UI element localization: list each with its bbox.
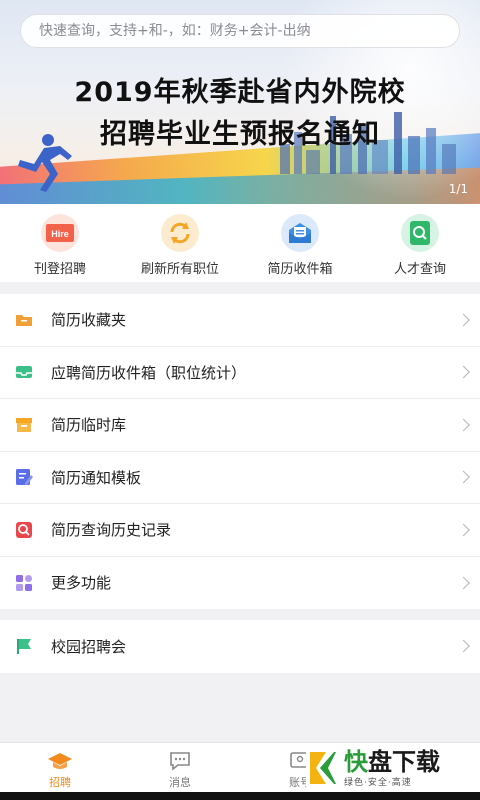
menu-item-application-inbox[interactable]: 应聘简历收件箱（职位统计） [0, 347, 480, 399]
menu-item-resume-temp-library[interactable]: 简历临时库 [0, 399, 480, 452]
grid-icon [16, 574, 32, 591]
flag-icon [17, 639, 31, 655]
menu-item-campus-job-fair[interactable]: 校园招聘会 [0, 620, 480, 673]
tab-messages[interactable]: 消息 [120, 743, 240, 792]
archive-box-icon [16, 417, 32, 432]
quick-action-talent-search[interactable]: 人才查询 [360, 204, 480, 282]
chevron-right-icon [457, 418, 470, 432]
hire-icon: Hire [41, 214, 79, 252]
refresh-icon [161, 214, 199, 252]
quick-action-post-job[interactable]: Hire 刊登招聘 [0, 204, 120, 282]
menu-list-campus: 校园招聘会 [0, 620, 480, 673]
chevron-right-icon [457, 365, 470, 379]
menu-item-label: 简历通知模板 [51, 468, 142, 487]
promo-banner[interactable]: 快速查询，支持+和-，如：财务+会计-出纳 2019年秋季赴省内外院校 招聘毕业… [0, 0, 480, 204]
quick-action-label: 刷新所有职位 [140, 262, 219, 277]
banner-title-line2: 招聘毕业生预报名通知 [100, 119, 380, 150]
quick-action-label: 人才查询 [393, 262, 446, 277]
menu-item-label: 简历收藏夹 [51, 311, 127, 330]
folder-icon [16, 314, 32, 326]
menu-item-more-features[interactable]: 更多功能 [0, 557, 480, 610]
menu-item-label: 简历查询历史记录 [51, 521, 172, 540]
watermark-brand: 快盘下载 [344, 747, 440, 776]
search-history-icon [16, 521, 32, 538]
quick-action-refresh-jobs[interactable]: 刷新所有职位 [120, 204, 240, 282]
talent-search-icon [401, 214, 439, 252]
chevron-right-icon [457, 523, 470, 537]
quick-action-resume-inbox[interactable]: 简历收件箱 [240, 204, 360, 282]
watermark-logo-icon [310, 752, 336, 784]
tab-recruit[interactable]: 招聘 [0, 743, 120, 792]
site-watermark: 快盘下载 绿色·安全·高速 [306, 744, 480, 792]
quick-action-label: 刊登招聘 [33, 262, 86, 277]
menu-item-label: 更多功能 [51, 574, 112, 593]
chevron-right-icon [457, 313, 470, 327]
chevron-right-icon [457, 639, 470, 653]
graduation-cap-icon [48, 753, 72, 769]
resume-inbox-icon [281, 214, 319, 252]
banner-title-line1: 2019年秋季赴省内外院校 [74, 77, 406, 108]
system-navigation-bar [0, 792, 480, 800]
inbox-icon [16, 366, 32, 379]
menu-item-notification-template[interactable]: 简历通知模板 [0, 452, 480, 504]
quick-actions: Hire 刊登招聘 刷新所有职位 简历收件箱 人才查询 [0, 204, 480, 282]
edit-template-icon [16, 469, 33, 486]
tab-label: 消息 [169, 776, 191, 789]
chevron-right-icon [457, 470, 470, 484]
menu-item-label: 校园招聘会 [51, 637, 127, 656]
menu-item-search-history[interactable]: 简历查询历史记录 [0, 504, 480, 557]
menu-list: 简历收藏夹 应聘简历收件箱（职位统计） 简历临时库 简历通知模板 简历查询历史记… [0, 294, 480, 609]
menu-item-resume-favorites[interactable]: 简历收藏夹 [0, 294, 480, 347]
tab-label: 招聘 [49, 776, 71, 789]
search-input[interactable]: 快速查询，支持+和-，如：财务+会计-出纳 [20, 14, 460, 48]
menu-item-label: 应聘简历收件箱（职位统计） [51, 363, 247, 382]
chevron-right-icon [457, 576, 470, 590]
svg-text:Hire: Hire [51, 229, 69, 239]
message-icon [170, 752, 190, 771]
banner-page-indicator: 1/1 [448, 182, 468, 196]
menu-item-label: 简历临时库 [51, 416, 127, 435]
quick-action-label: 简历收件箱 [267, 262, 333, 277]
watermark-tagline: 绿色·安全·高速 [344, 777, 412, 788]
